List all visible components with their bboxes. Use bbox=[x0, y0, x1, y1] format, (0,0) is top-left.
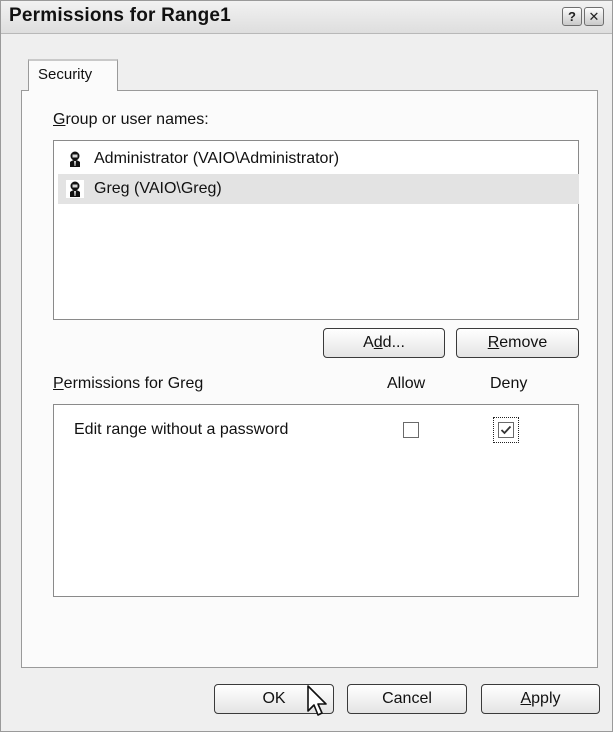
user-icon bbox=[66, 180, 84, 198]
user-list-item-administrator[interactable]: Administrator (VAIO\Administrator) bbox=[58, 144, 579, 174]
user-name: Administrator (VAIO\Administrator) bbox=[94, 150, 340, 167]
permission-name: Edit range without a password bbox=[74, 421, 289, 438]
mouse-cursor-icon bbox=[307, 685, 327, 716]
security-tab-panel: Group or user names: Administrator (VAIO… bbox=[21, 90, 598, 668]
permissions-dialog: Permissions for Range1 ? ✕ Security Grou… bbox=[0, 0, 613, 732]
user-icon bbox=[66, 150, 84, 168]
help-icon: ? bbox=[568, 9, 576, 24]
window-title: Permissions for Range1 bbox=[9, 5, 231, 26]
tab-security-label: Security bbox=[38, 66, 93, 83]
group-names-label: Group or user names: bbox=[53, 111, 209, 128]
close-icon: ✕ bbox=[588, 9, 600, 24]
allow-column-header: Allow bbox=[387, 375, 426, 392]
apply-button[interactable]: Apply bbox=[481, 684, 600, 714]
help-button[interactable]: ? bbox=[562, 7, 582, 26]
title-bar[interactable]: Permissions for Range1 ? ✕ bbox=[1, 1, 612, 34]
permissions-for-label: Permissions for Greg bbox=[53, 375, 204, 392]
tab-security[interactable]: Security bbox=[28, 59, 118, 91]
deny-checkbox[interactable] bbox=[498, 422, 514, 438]
close-button[interactable]: ✕ bbox=[584, 7, 604, 26]
user-name: Greg (VAIO\Greg) bbox=[94, 180, 222, 197]
user-list-item-greg[interactable]: Greg (VAIO\Greg) bbox=[58, 174, 579, 204]
checkmark-icon bbox=[500, 425, 512, 435]
deny-column-header: Deny bbox=[490, 375, 528, 392]
permissions-list[interactable]: Edit range without a password bbox=[53, 404, 579, 597]
allow-checkbox[interactable] bbox=[403, 422, 419, 438]
cancel-button[interactable]: Cancel bbox=[347, 684, 467, 714]
add-button[interactable]: Add... bbox=[323, 328, 445, 358]
remove-button[interactable]: Remove bbox=[456, 328, 579, 358]
user-list[interactable]: Administrator (VAIO\Administrator) Greg … bbox=[53, 140, 579, 320]
